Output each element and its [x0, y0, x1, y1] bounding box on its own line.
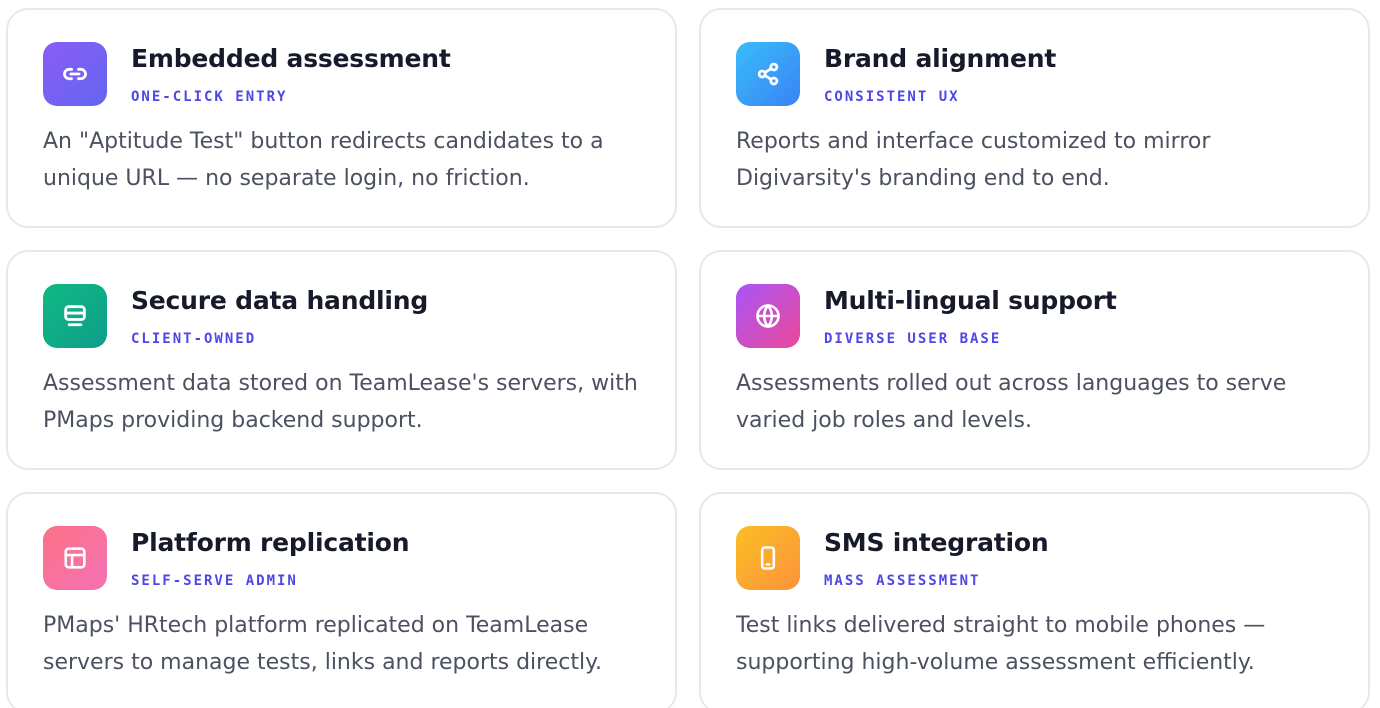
card-title: Embedded assessment [131, 44, 451, 73]
card-description: Reports and interface customized to mirr… [736, 129, 1211, 191]
feature-card-embedded-assessment: Embedded assessment ONE-CLICK ENTRY An "… [6, 8, 677, 228]
card-subtitle: SELF-SERVE ADMIN [131, 573, 298, 589]
card-subtitle: ONE-CLICK ENTRY [131, 89, 288, 105]
feature-card-brand-alignment: Brand alignment CONSISTENT UX Reports an… [699, 8, 1370, 228]
link-icon [43, 42, 107, 106]
card-subtitle: MASS ASSESSMENT [824, 573, 981, 589]
feature-card-platform-replication: Platform replication SELF-SERVE ADMIN PM… [6, 492, 677, 708]
card-description: An "Aptitude Test" button redirects cand… [43, 129, 604, 191]
server-icon [43, 284, 107, 348]
globe-icon [736, 284, 800, 348]
card-title: Secure data handling [131, 286, 429, 315]
feature-card-secure-data-handling: Secure data handling CLIENT-OWNED Assess… [6, 250, 677, 470]
card-title: Brand alignment [824, 44, 1057, 73]
card-title: Multi-lingual support [824, 286, 1117, 315]
share-icon [736, 42, 800, 106]
card-title: SMS integration [824, 528, 1049, 557]
feature-card-sms-integration: SMS integration MASS ASSESSMENT Test lin… [699, 492, 1370, 708]
card-description: Assessment data stored on TeamLease's se… [43, 371, 638, 433]
card-description: Assessments rolled out across languages … [736, 371, 1287, 433]
card-subtitle: CONSISTENT UX [824, 89, 960, 105]
phone-icon [736, 526, 800, 590]
card-description: Test links delivered straight to mobile … [736, 613, 1266, 675]
feature-card-multi-lingual-support: Multi-lingual support DIVERSE USER BASE … [699, 250, 1370, 470]
layout-icon [43, 526, 107, 590]
feature-grid: Embedded assessment ONE-CLICK ENTRY An "… [0, 0, 1380, 708]
card-title: Platform replication [131, 528, 410, 557]
card-subtitle: CLIENT-OWNED [131, 331, 257, 347]
card-subtitle: DIVERSE USER BASE [824, 331, 1002, 347]
card-description: PMaps' HRtech platform replicated on Tea… [43, 613, 602, 675]
